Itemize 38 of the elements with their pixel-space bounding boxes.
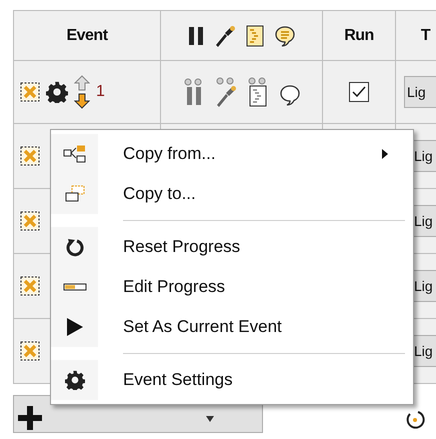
copy-icon: [64, 185, 86, 203]
speech-bubble-icon[interactable]: [278, 84, 300, 106]
menu-item[interactable]: Copy to...: [51, 174, 413, 214]
gear-icon[interactable]: [46, 81, 68, 103]
menu-item[interactable]: Edit Progress: [51, 267, 413, 307]
pause-icon[interactable]: [188, 26, 204, 46]
progress-bar-icon: [62, 282, 86, 292]
column-header: Run: [344, 26, 374, 44]
menu-item[interactable]: Copy from...: [51, 134, 413, 174]
plus-icon: [18, 406, 42, 430]
reset-icon: [64, 237, 84, 257]
event-number: 1: [96, 83, 105, 101]
cross-icon[interactable]: [20, 211, 40, 231]
document-icon[interactable]: [246, 24, 264, 46]
cross-icon[interactable]: [20, 146, 40, 166]
dots-icon: [182, 78, 204, 86]
gear-icon[interactable]: [64, 370, 84, 390]
menu-item[interactable]: Set As Current Event: [51, 307, 413, 347]
speech-bubble-icon[interactable]: [274, 24, 296, 46]
refresh-icon[interactable]: [404, 408, 426, 430]
dots-icon: [246, 77, 268, 85]
up-down-arrows-icon[interactable]: [74, 75, 90, 109]
menu-item[interactable]: Event Settings: [51, 360, 413, 400]
cross-icon[interactable]: [20, 341, 40, 361]
document-icon[interactable]: [248, 85, 266, 107]
cell-button[interactable]: Lig: [404, 76, 436, 108]
run-checkbox[interactable]: [349, 82, 369, 102]
column-header: Event: [66, 26, 108, 44]
menu-item[interactable]: Reset Progress: [51, 227, 413, 267]
nodes-icon: [62, 145, 86, 163]
play-icon: [66, 317, 84, 337]
flashlight-icon[interactable]: [214, 24, 236, 46]
cross-icon[interactable]: [20, 82, 40, 102]
cross-icon[interactable]: [20, 276, 40, 296]
checkmark-icon: [352, 86, 366, 98]
caret-icon: [206, 416, 214, 422]
column-header: T: [420, 26, 430, 44]
dots-icon: [214, 77, 236, 85]
